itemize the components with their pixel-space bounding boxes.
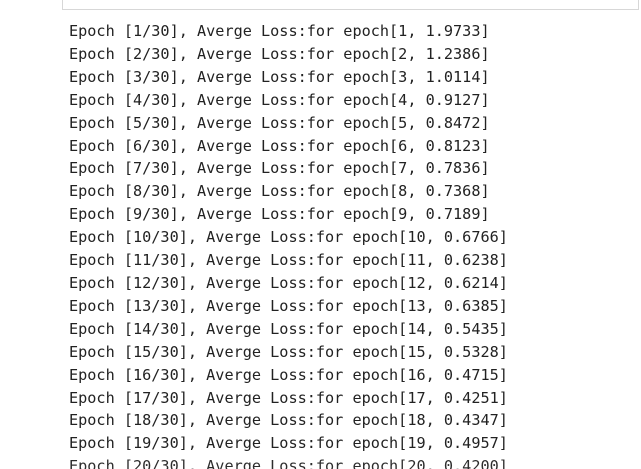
output-line-epoch-16: Epoch [16/30], Averge Loss:for epoch[16,… [69,365,508,384]
output-line-epoch-7: Epoch [7/30], Averge Loss:for epoch[7, 0… [69,159,490,178]
output-line-epoch-8: Epoch [8/30], Averge Loss:for epoch[8, 0… [69,182,490,201]
notebook-output-view: Epoch [1/30], Averge Loss:for epoch[1, 1… [0,0,641,469]
output-line-epoch-20: Epoch [20/30], Averge Loss:for epoch[20,… [69,457,508,469]
top-left-margin [0,0,62,14]
output-line-epoch-13: Epoch [13/30], Averge Loss:for epoch[13,… [69,296,508,315]
output-line-epoch-12: Epoch [12/30], Averge Loss:for epoch[12,… [69,273,508,292]
output-line-epoch-17: Epoch [17/30], Averge Loss:for epoch[17,… [69,388,508,407]
output-line-epoch-15: Epoch [15/30], Averge Loss:for epoch[15,… [69,342,508,361]
output-line-epoch-6: Epoch [6/30], Averge Loss:for epoch[6, 0… [69,136,490,155]
output-line-epoch-19: Epoch [19/30], Averge Loss:for epoch[19,… [69,434,508,453]
output-line-epoch-2: Epoch [2/30], Averge Loss:for epoch[2, 1… [69,44,490,63]
output-line-epoch-5: Epoch [5/30], Averge Loss:for epoch[5, 0… [69,113,490,132]
output-line-epoch-14: Epoch [14/30], Averge Loss:for epoch[14,… [69,319,508,338]
output-line-epoch-3: Epoch [3/30], Averge Loss:for epoch[3, 1… [69,67,490,86]
output-line-epoch-9: Epoch [9/30], Averge Loss:for epoch[9, 0… [69,205,490,224]
training-log-output: Epoch [1/30], Averge Loss:for epoch[1, 1… [69,20,629,469]
output-line-epoch-10: Epoch [10/30], Averge Loss:for epoch[10,… [69,228,508,247]
output-line-epoch-18: Epoch [18/30], Averge Loss:for epoch[18,… [69,411,508,430]
output-line-epoch-11: Epoch [11/30], Averge Loss:for epoch[11,… [69,251,508,270]
previous-cell-frame [62,0,639,10]
output-line-epoch-4: Epoch [4/30], Averge Loss:for epoch[4, 0… [69,90,490,109]
output-line-epoch-1: Epoch [1/30], Averge Loss:for epoch[1, 1… [69,22,490,40]
